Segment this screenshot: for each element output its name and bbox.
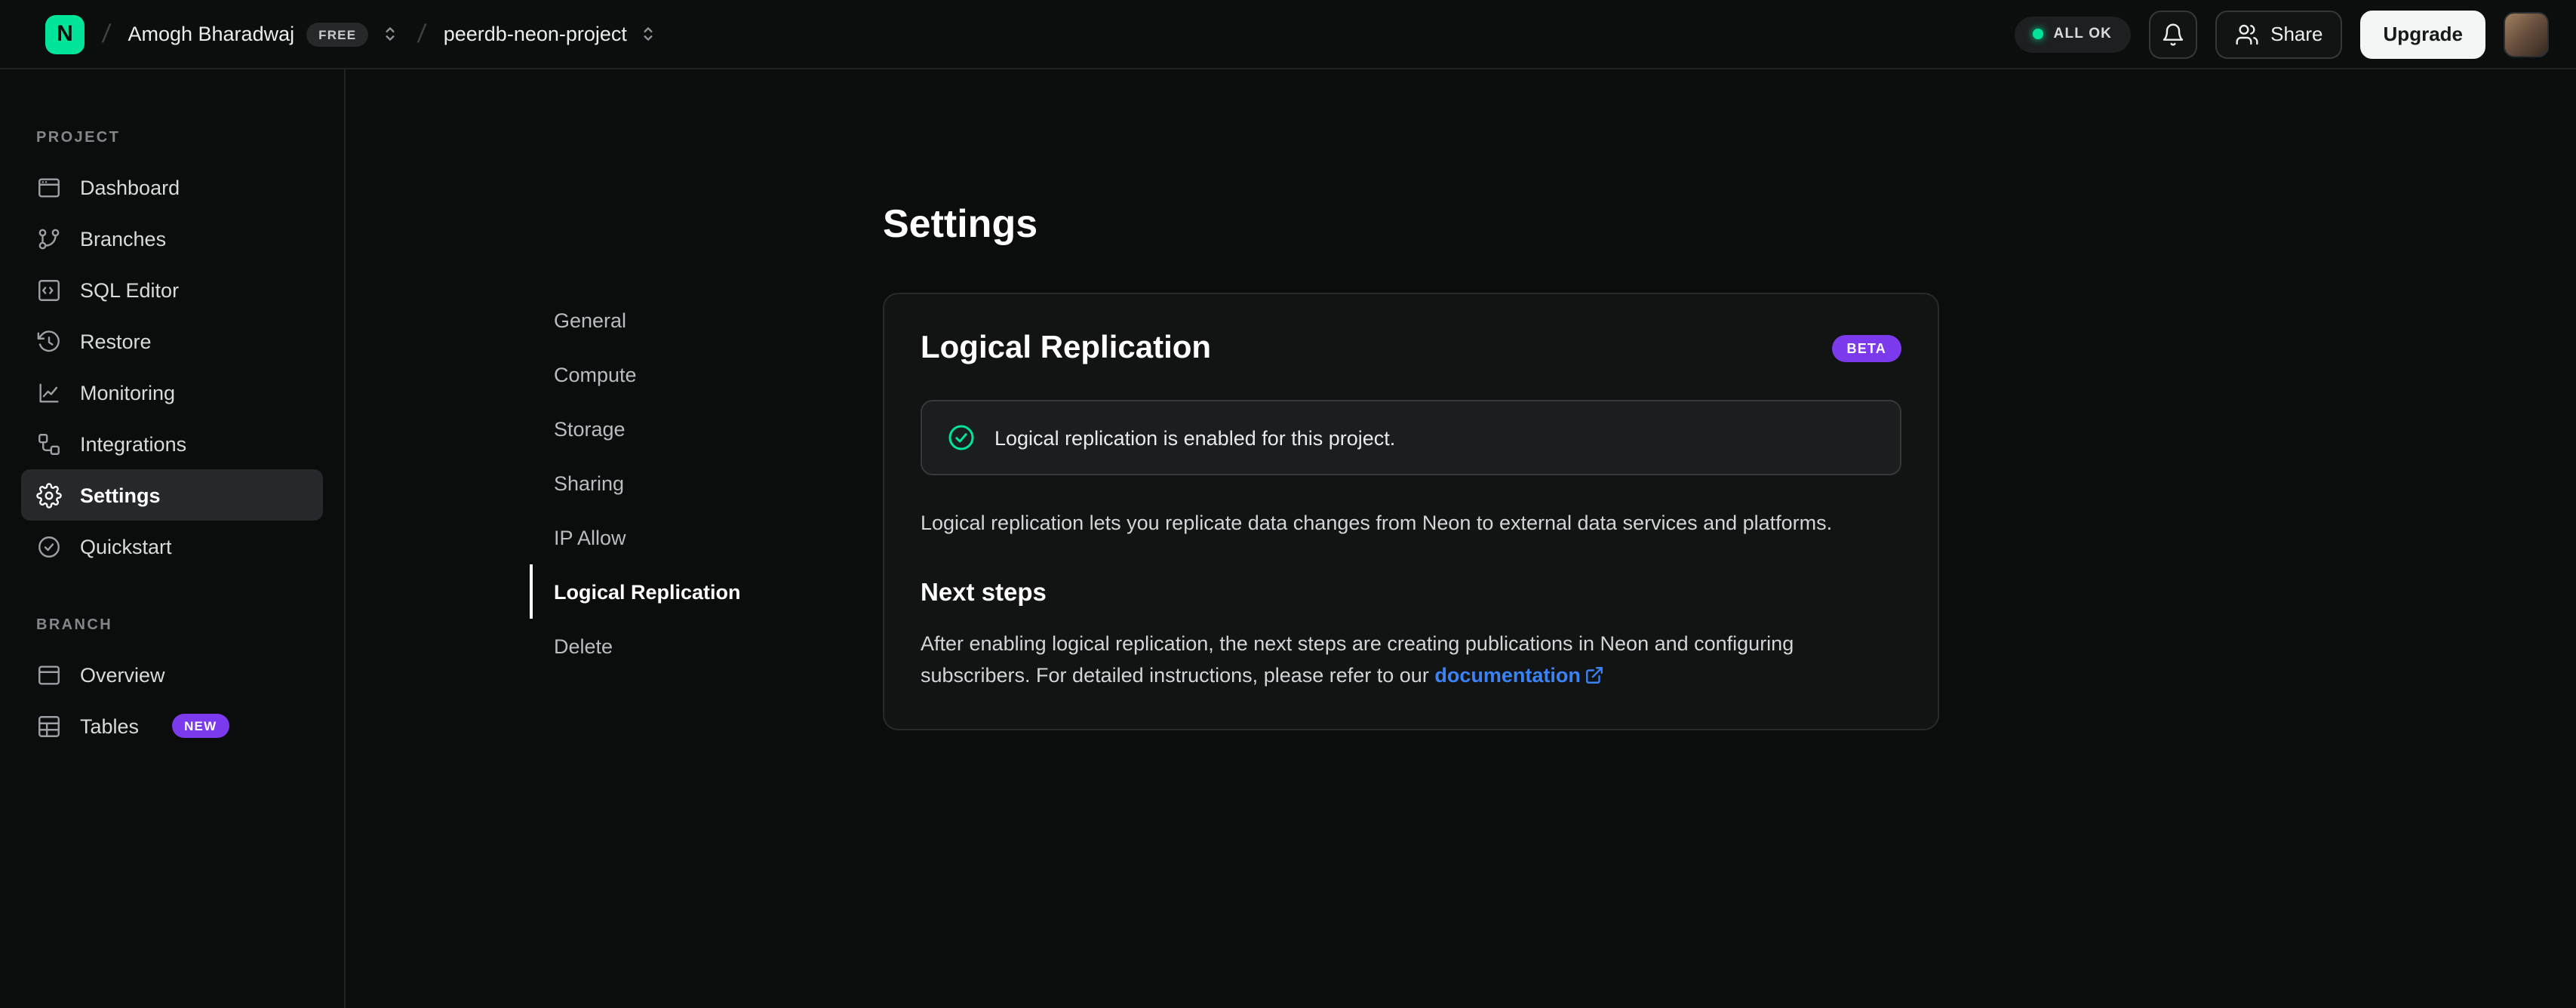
new-badge: NEW	[172, 714, 229, 738]
sidebar-item-label: Overview	[80, 663, 165, 686]
settings-nav: General Compute Storage Sharing IP Allow…	[530, 293, 883, 673]
chevron-updown-icon	[639, 24, 659, 44]
org-name: Amogh Bharadwaj	[128, 23, 295, 45]
sidebar-item-tables[interactable]: Tables NEW	[21, 700, 323, 751]
neon-console: N / Amogh Bharadwaj FREE / peerdb-neon-p…	[0, 0, 2576, 1008]
dashboard-icon	[36, 174, 62, 200]
sidebar-section-project: PROJECT	[36, 130, 121, 146]
sidebar: PROJECT Dashboard Branches SQL Editor Re…	[0, 69, 346, 1008]
neon-logo-letter: N	[57, 21, 73, 47]
external-link-icon	[1586, 666, 1603, 684]
breadcrumb-separator: /	[100, 19, 112, 48]
sidebar-item-settings[interactable]: Settings	[21, 469, 323, 521]
card-title: Logical Replication	[921, 330, 1212, 365]
sidebar-item-label: Dashboard	[80, 176, 180, 198]
check-circle-icon	[946, 423, 976, 453]
replication-enabled-alert: Logical replication is enabled for this …	[921, 400, 1901, 475]
beta-badge: BETA	[1831, 335, 1901, 362]
settings-nav-general[interactable]: General	[530, 293, 883, 347]
alert-text: Logical replication is enabled for this …	[994, 426, 1396, 449]
neon-logo[interactable]: N	[45, 14, 85, 54]
sidebar-item-dashboard[interactable]: Dashboard	[21, 161, 323, 213]
breadcrumb-separator: /	[416, 19, 428, 48]
tables-icon	[36, 713, 62, 739]
share-label: Share	[2270, 23, 2323, 45]
sidebar-item-label: Quickstart	[80, 535, 172, 558]
sidebar-item-quickstart[interactable]: Quickstart	[21, 521, 323, 572]
sidebar-item-label: Restore	[80, 330, 152, 352]
plan-badge: FREE	[306, 22, 369, 46]
org-selector[interactable]: Amogh Bharadwaj FREE	[128, 22, 400, 46]
next-steps-title: Next steps	[921, 579, 1047, 607]
breadcrumb: N / Amogh Bharadwaj FREE / peerdb-neon-p…	[45, 14, 659, 54]
settings-content: Settings Logical Replication BETA Logica…	[883, 196, 1939, 730]
overview-icon	[36, 662, 62, 687]
monitoring-icon	[36, 380, 62, 405]
status-badge[interactable]: ALL OK	[2014, 16, 2131, 52]
sidebar-item-sql-editor[interactable]: SQL Editor	[21, 264, 323, 315]
settings-nav-storage[interactable]: Storage	[530, 401, 883, 456]
gear-icon	[36, 482, 62, 508]
sidebar-item-label: Settings	[80, 484, 161, 506]
logical-replication-card: Logical Replication BETA Logical replica…	[883, 293, 1939, 730]
settings-nav-sharing[interactable]: Sharing	[530, 456, 883, 510]
sidebar-item-integrations[interactable]: Integrations	[21, 418, 323, 469]
topbar-actions: ALL OK Share Upgrade	[2014, 10, 2549, 58]
settings-nav-ip-allow[interactable]: IP Allow	[530, 510, 883, 564]
documentation-link[interactable]: documentation	[1434, 664, 1605, 687]
sidebar-section-branch: BRANCH	[36, 617, 113, 634]
share-button[interactable]: Share	[2215, 10, 2343, 58]
sidebar-item-label: Tables	[80, 715, 140, 737]
sidebar-item-label: Integrations	[80, 432, 187, 455]
replication-description: Logical replication lets you replicate d…	[921, 512, 1833, 534]
sidebar-item-label: Branches	[80, 227, 167, 250]
restore-icon	[36, 328, 62, 354]
sidebar-item-monitoring[interactable]: Monitoring	[21, 367, 323, 418]
sidebar-item-label: SQL Editor	[80, 278, 180, 301]
sql-editor-icon	[36, 277, 62, 303]
next-steps-text: After enabling logical replication, the …	[921, 632, 1794, 687]
settings-nav-delete[interactable]: Delete	[530, 619, 883, 673]
check-circle-icon	[36, 533, 62, 559]
sidebar-item-restore[interactable]: Restore	[21, 315, 323, 367]
integrations-icon	[36, 431, 62, 456]
page-title: Settings	[883, 201, 1038, 246]
avatar[interactable]	[2504, 11, 2549, 57]
users-icon	[2234, 22, 2258, 46]
project-selector[interactable]: peerdb-neon-project	[444, 23, 659, 45]
settings-nav-compute[interactable]: Compute	[530, 347, 883, 401]
status-label: ALL OK	[2053, 26, 2113, 42]
settings-nav-logical-replication[interactable]: Logical Replication	[530, 564, 883, 619]
shell: PROJECT Dashboard Branches SQL Editor Re…	[0, 69, 2576, 1008]
main-content: General Compute Storage Sharing IP Allow…	[346, 69, 2576, 1008]
sidebar-item-label: Monitoring	[80, 381, 176, 404]
topbar: N / Amogh Bharadwaj FREE / peerdb-neon-p…	[0, 0, 2576, 69]
notifications-button[interactable]	[2148, 10, 2197, 58]
upgrade-button[interactable]: Upgrade	[2360, 10, 2485, 58]
bell-icon	[2160, 22, 2184, 46]
chevron-updown-icon	[380, 24, 400, 44]
sidebar-item-branches[interactable]: Branches	[21, 213, 323, 264]
branches-icon	[36, 226, 62, 251]
status-dot-icon	[2032, 29, 2043, 39]
project-name: peerdb-neon-project	[443, 23, 627, 45]
sidebar-item-overview[interactable]: Overview	[21, 649, 323, 700]
